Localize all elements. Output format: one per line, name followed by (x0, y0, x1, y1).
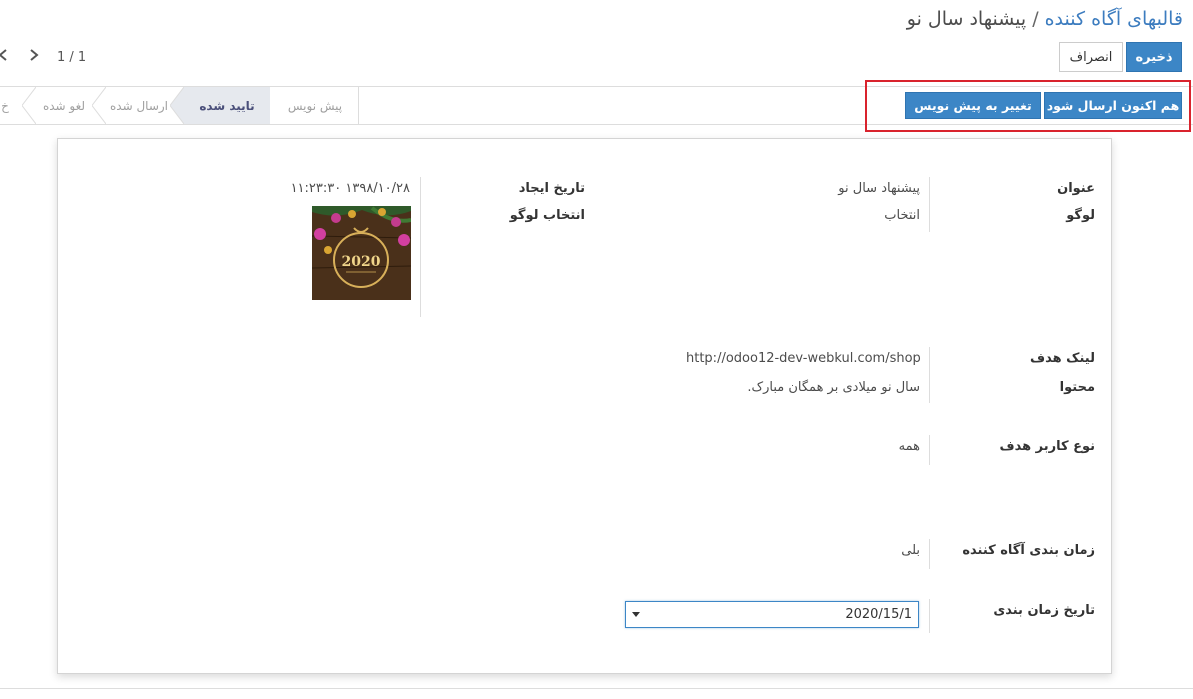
breadcrumb: قالبهای آگاه کننده /پیشنهاد سال نو (907, 8, 1183, 30)
field-divider (929, 599, 930, 633)
stage-cancelled[interactable]: لغو شده (34, 87, 94, 124)
breadcrumb-parent-link[interactable]: قالبهای آگاه کننده (1045, 8, 1183, 30)
pager-value[interactable]: 1 / 1 (57, 50, 86, 65)
create-date-label: تاریخ ایجاد (518, 181, 585, 196)
set-to-draft-button[interactable]: تغییر به پیش نویس (905, 92, 1041, 119)
stage-draft[interactable]: پیش نویس (271, 87, 359, 124)
target-link-label: لینک هدف (1030, 351, 1095, 366)
stage-sent[interactable]: ارسال شده (104, 87, 174, 124)
save-button[interactable]: ذخیره (1126, 42, 1182, 72)
field-divider (929, 347, 930, 403)
send-now-button[interactable]: هم اکنون ارسال شود (1044, 92, 1182, 119)
select-logo-label: انتخاب لوگو (509, 208, 585, 223)
field-divider (929, 539, 930, 569)
logo-artwork: 2020 (312, 206, 411, 300)
schedule-date-label: تاریخ زمان بندی (993, 603, 1095, 618)
scheduling-label: زمان بندی آگاه کننده (962, 543, 1095, 558)
logo-image[interactable]: 2020 (312, 206, 411, 300)
content-value[interactable]: سال نو میلادی بر همگان مبارک. (747, 380, 920, 395)
field-divider (929, 177, 930, 232)
pager-prev-icon[interactable] (0, 48, 8, 66)
field-divider (420, 177, 421, 317)
pager-next-icon[interactable] (29, 48, 39, 66)
scheduling-value[interactable]: بلی (901, 543, 920, 558)
field-divider (929, 435, 930, 465)
schedule-date-input[interactable]: 2020/15/1 (625, 601, 919, 628)
title-value[interactable]: پیشنهاد سال نو (838, 181, 920, 196)
stage-divider (358, 87, 359, 124)
create-date-value: ۱۳۹۸/۱۰/۲۸ ۱۱:۲۳:۳۰ (290, 181, 410, 196)
stage-separator (92, 87, 106, 124)
discard-button[interactable]: انصراف (1059, 42, 1123, 72)
target-user-type-label: نوع کاربر هدف (999, 439, 1095, 454)
stage-more[interactable]: خ (0, 87, 14, 124)
title-label: عنوان (1057, 181, 1095, 196)
schedule-date-value: 2020/15/1 (845, 607, 912, 622)
bottom-divider (0, 688, 1193, 689)
breadcrumb-current: پیشنهاد سال نو (906, 8, 1027, 30)
logo-select-value[interactable]: انتخاب (884, 208, 920, 223)
content-label: محتوا (1059, 380, 1095, 395)
target-link-value[interactable]: http://odoo12-dev-webkul.com/shop (686, 351, 921, 366)
stage-separator (22, 87, 36, 124)
target-user-type-value[interactable]: همه (899, 439, 920, 454)
logo-year-text: 2020 (342, 254, 381, 270)
caret-down-icon[interactable] (632, 612, 640, 617)
breadcrumb-separator: / (1032, 8, 1039, 30)
stage-bar: پیش نویس تایید شده ارسال شده لغو شده خ (0, 87, 359, 124)
logo-label: لوگو (1066, 208, 1095, 223)
stage-confirmed[interactable]: تایید شده (184, 87, 270, 124)
